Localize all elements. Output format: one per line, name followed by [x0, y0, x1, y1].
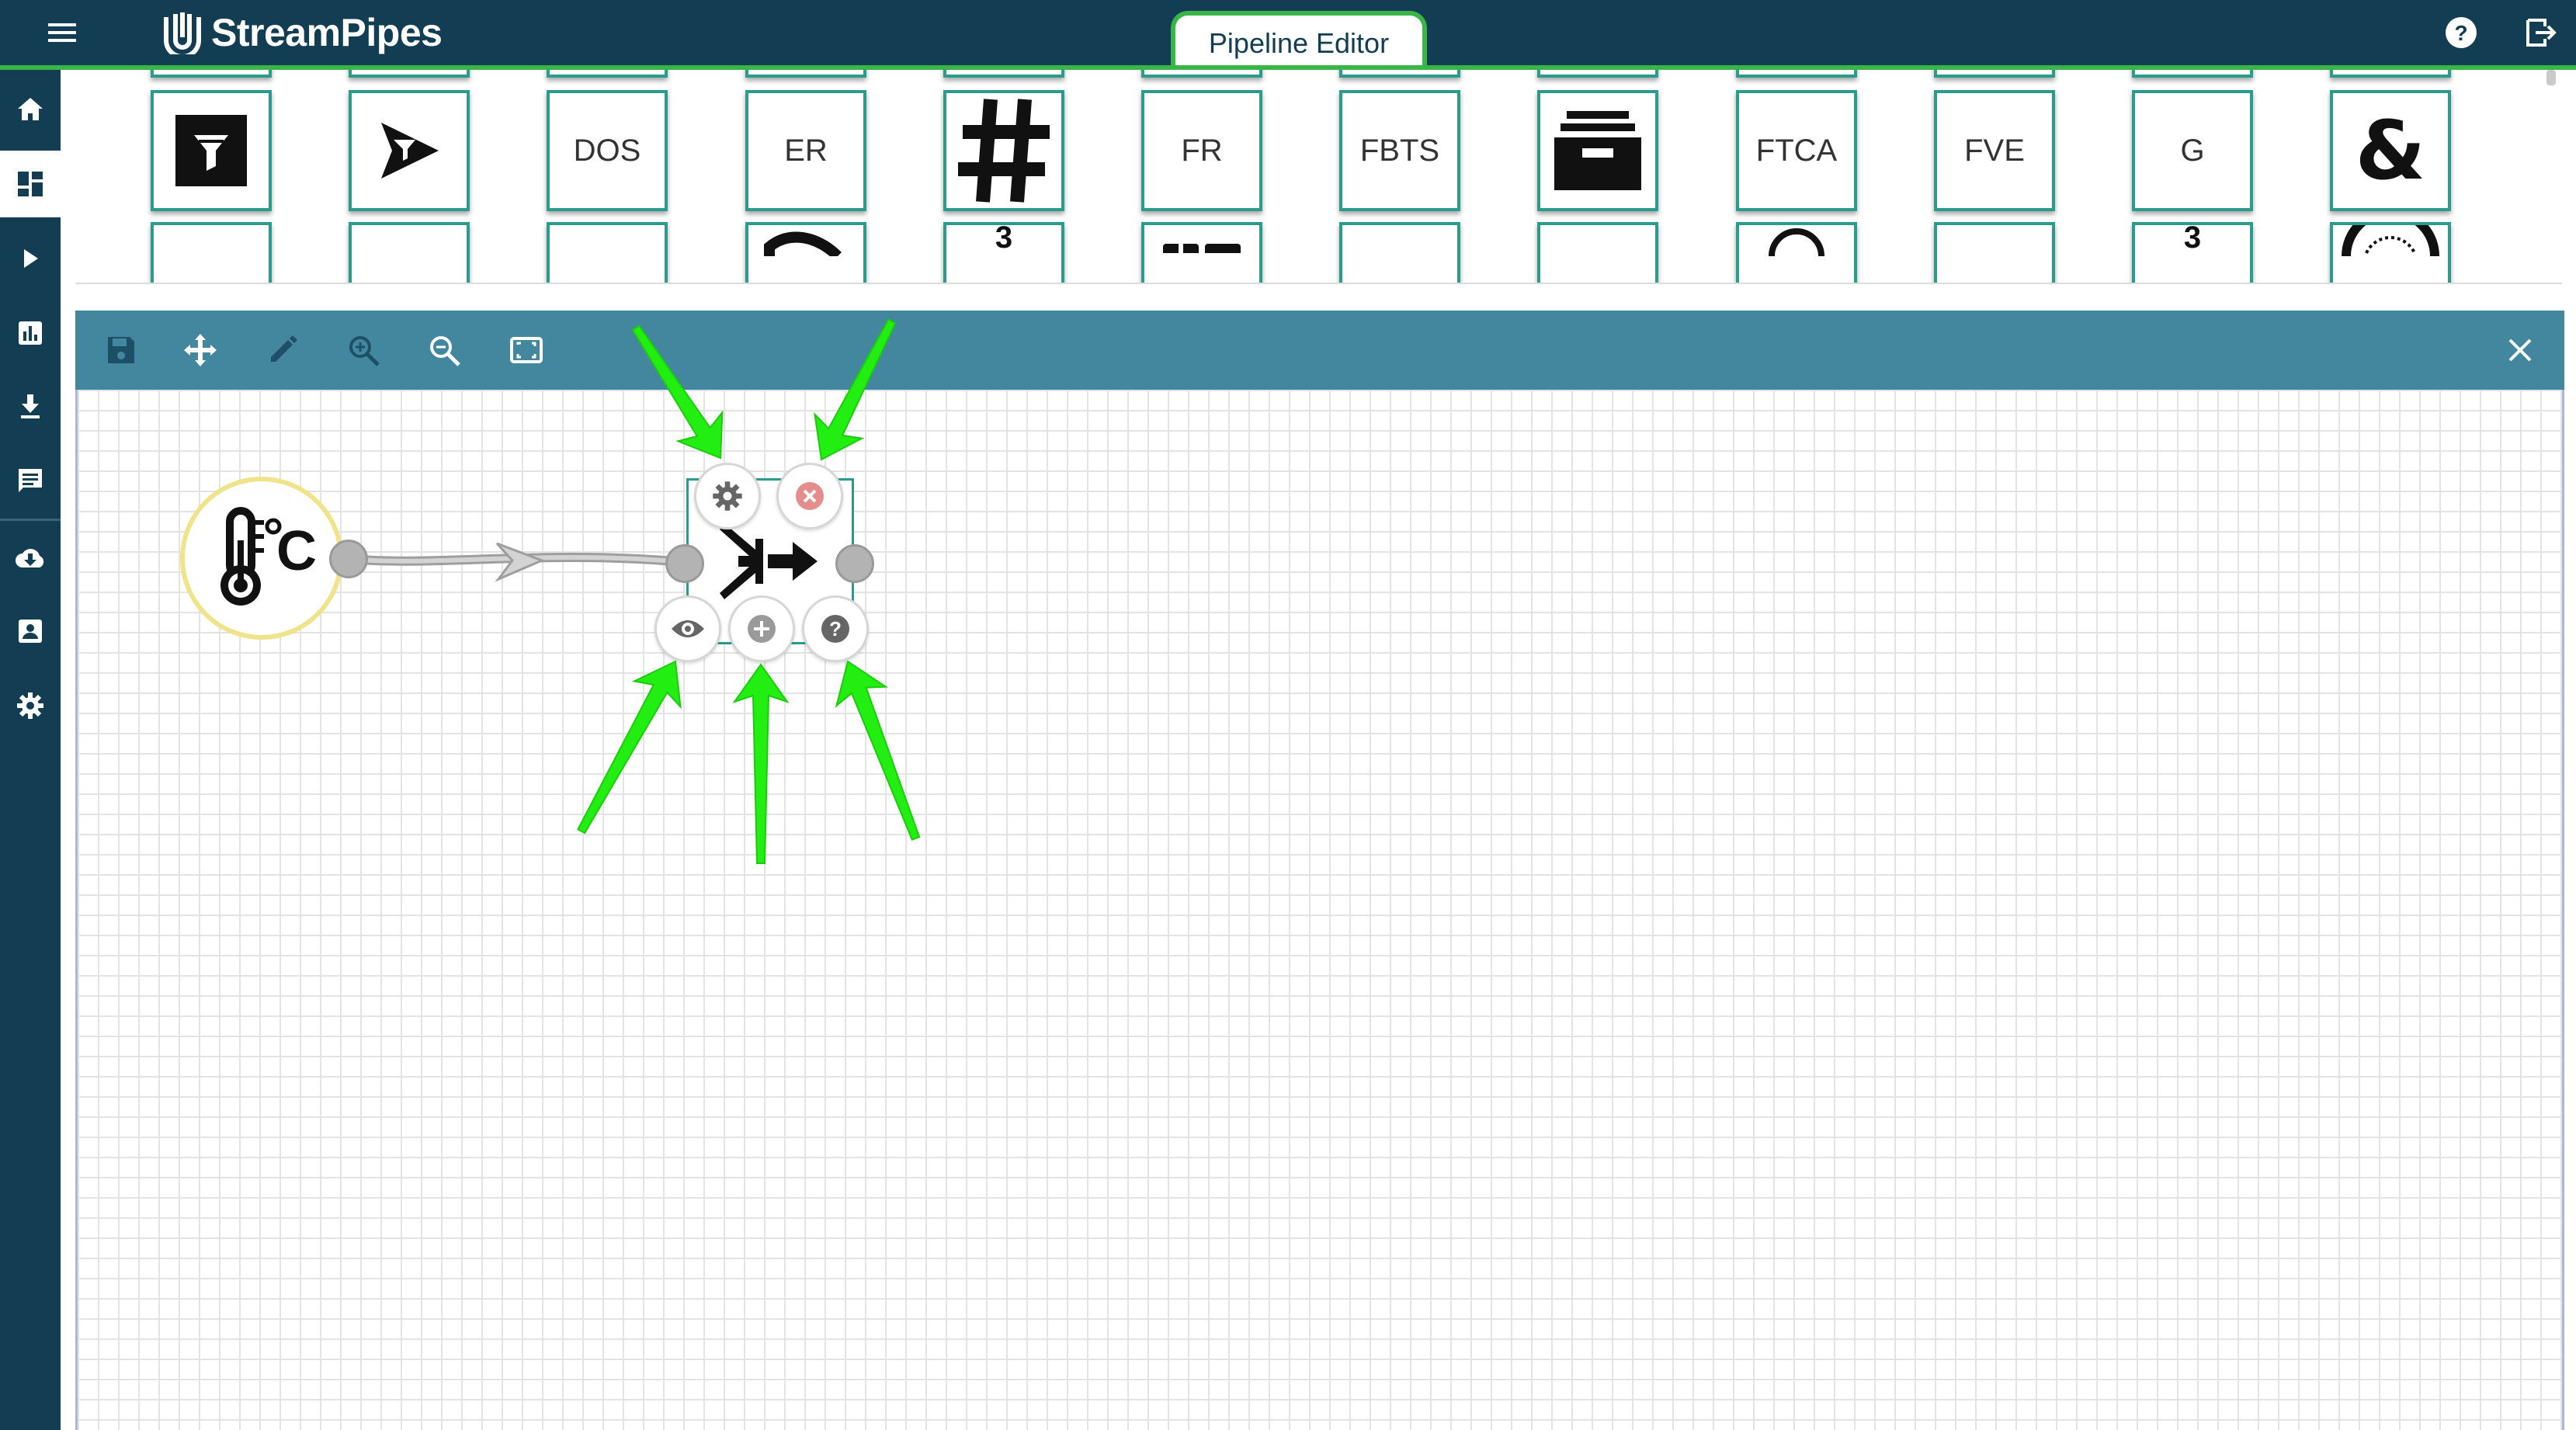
annotation-arrow — [835, 660, 921, 841]
annotation-arrow — [814, 318, 897, 461]
annotation-arrow — [732, 663, 790, 864]
annotation-arrow — [577, 660, 682, 835]
annotation-arrow — [631, 325, 724, 460]
annotation-arrows — [577, 318, 921, 864]
